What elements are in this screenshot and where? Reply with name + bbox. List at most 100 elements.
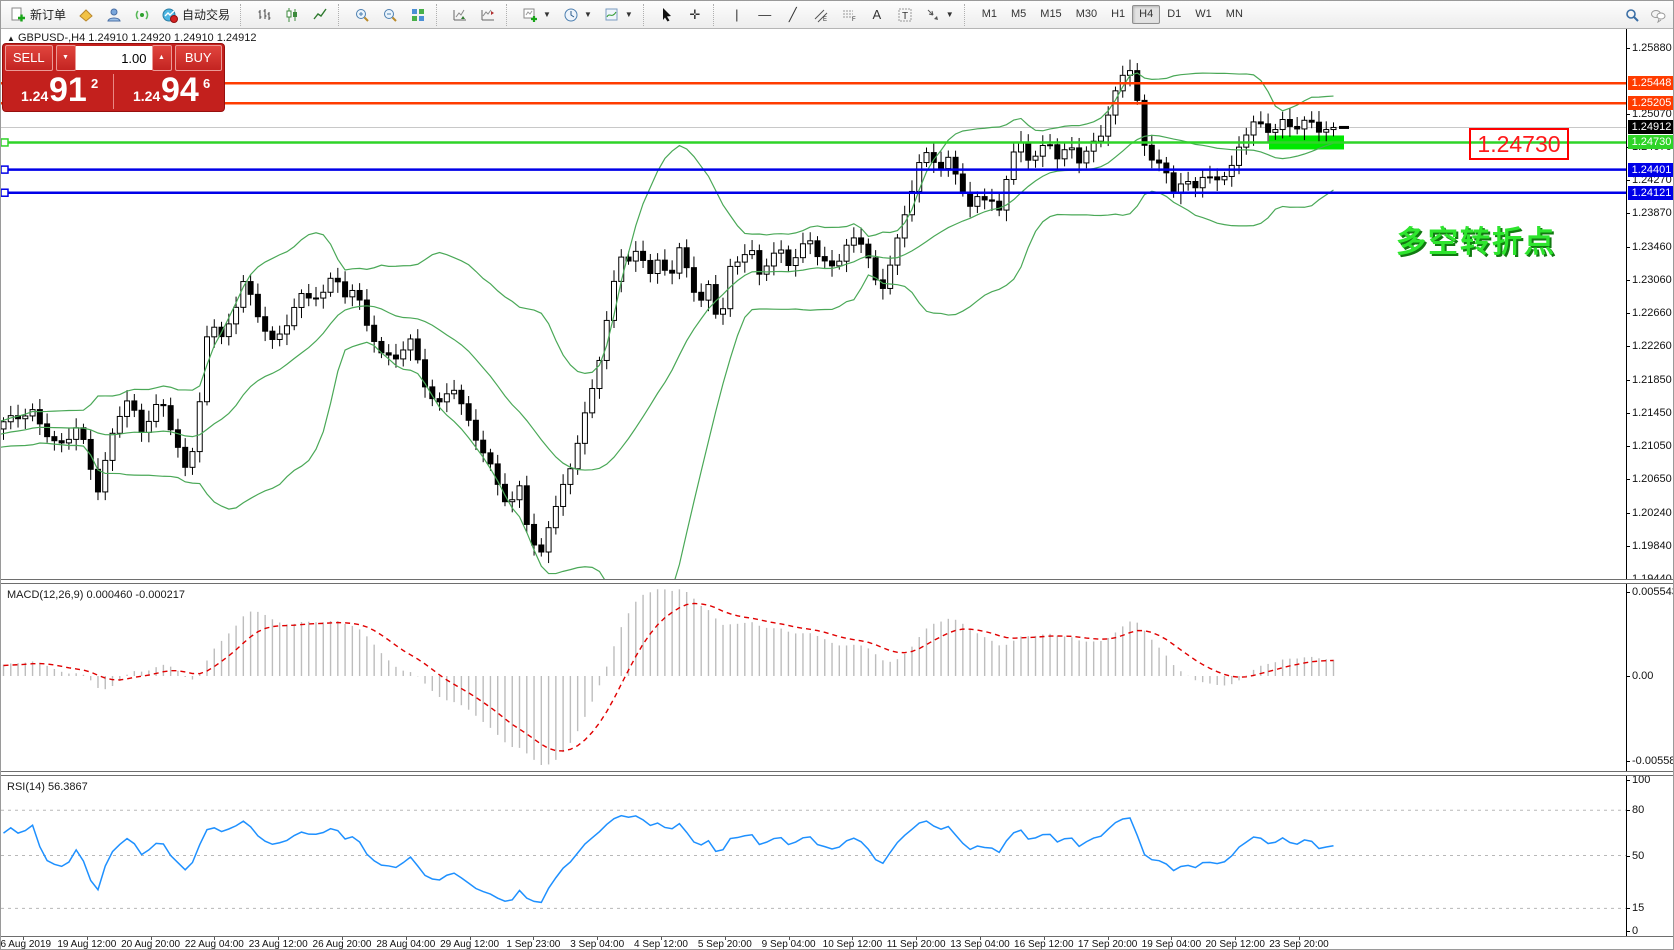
arrows-dropdown[interactable]: ▼ (920, 5, 959, 25)
time-axis-tick (916, 937, 917, 940)
panel-separator[interactable] (1, 771, 1674, 776)
new-chart-dropdown[interactable]: ▼ (517, 5, 556, 25)
hline-tool[interactable]: — (752, 5, 778, 25)
candlestick-button[interactable] (279, 5, 305, 25)
crosshair-tool[interactable]: ✛ (682, 5, 708, 25)
collapse-icon[interactable]: ▲ (7, 34, 15, 43)
volume-increase-button[interactable]: ▲ (152, 45, 172, 71)
channel-tool[interactable]: E (808, 5, 834, 25)
vertical-line-icon: | (729, 7, 745, 23)
signals-button[interactable] (129, 5, 155, 25)
buy-button[interactable]: BUY (175, 45, 223, 71)
rsi-tick-label: 50 (1632, 850, 1644, 862)
price-tick-mark (1626, 479, 1630, 480)
price-tick-mark (1626, 213, 1630, 214)
text-tool[interactable]: A (864, 5, 890, 25)
rsi-tick-mark (1626, 780, 1630, 781)
buy-price[interactable]: 1.24 94 6 (115, 72, 223, 111)
time-axis-tick (151, 937, 152, 940)
line-chart-button[interactable] (307, 5, 333, 25)
time-axis-tick (406, 937, 407, 940)
timeframe-d1[interactable]: D1 (1160, 5, 1188, 24)
macd-tick-label: -0.005583 (1632, 755, 1674, 767)
price-tick-label: 1.22660 (1632, 307, 1672, 319)
price-tick-label: 1.22260 (1632, 340, 1672, 352)
time-axis-label: 23 Sep 20:00 (1269, 939, 1329, 950)
timeframe-h1[interactable]: H1 (1104, 5, 1132, 24)
time-axis-label: 1 Sep 23:00 (506, 939, 560, 950)
clock-icon (563, 7, 579, 23)
price-line-tag: 1.25205 (1628, 96, 1674, 110)
person-icon (106, 7, 122, 23)
time-axis-tick (980, 937, 981, 940)
timeframe-m15[interactable]: M15 (1033, 5, 1068, 24)
price-tick-mark (1626, 48, 1630, 49)
fibonacci-icon: F (841, 7, 857, 23)
volume-decrease-button[interactable]: ▼ (56, 45, 76, 71)
time-axis-label: 20 Aug 20:00 (121, 939, 180, 950)
auto-scroll-button[interactable] (447, 5, 473, 25)
symbol-text: GBPUSD-,H4 1.24910 1.24920 1.24910 1.249… (18, 32, 257, 44)
timeframe-m5[interactable]: M5 (1004, 5, 1033, 24)
vline-tool[interactable]: | (724, 5, 750, 25)
search-button[interactable] (1619, 5, 1645, 25)
toolbar-separator (713, 4, 719, 26)
level-annotation-box[interactable]: 1.24730 (1469, 128, 1569, 160)
volume-control: ▼ ▲ (56, 46, 172, 70)
trendline-tool[interactable]: ╱ (780, 5, 806, 25)
tile-windows-button[interactable] (405, 5, 431, 25)
rsi-tick-mark (1626, 908, 1630, 909)
timeframe-mn[interactable]: MN (1219, 5, 1250, 24)
zoom-in-icon (354, 7, 370, 23)
fibonacci-tool[interactable]: F (836, 5, 862, 25)
time-axis-tick (533, 937, 534, 940)
symbol-ohlc-label[interactable]: ▲ GBPUSD-,H4 1.24910 1.24920 1.24910 1.2… (7, 32, 257, 44)
cursor-tool[interactable] (654, 5, 680, 25)
sell-price-big: 91 (49, 71, 87, 110)
timeframe-w1[interactable]: W1 (1188, 5, 1219, 24)
sell-button[interactable]: SELL (5, 45, 53, 71)
time-axis-tick (597, 937, 598, 940)
toolbar-right (1619, 5, 1671, 25)
new-order-button[interactable]: 新订单 (5, 5, 71, 25)
rsi-tick-mark (1626, 931, 1630, 932)
macd-plot[interactable] (1, 584, 1626, 771)
autotrading-button[interactable]: 自动交易 (157, 5, 235, 25)
time-axis-tick (23, 937, 24, 940)
community-button[interactable] (101, 5, 127, 25)
search-icon (1624, 7, 1640, 23)
sell-price-prefix: 1.24 (21, 88, 48, 104)
chinese-note-text[interactable]: 多空转折点 (1396, 217, 1556, 261)
timeframe-m1[interactable]: M1 (975, 5, 1004, 24)
zoom-out-button[interactable] (377, 5, 403, 25)
timeframe-h4[interactable]: H4 (1132, 5, 1160, 24)
sell-price[interactable]: 1.24 91 2 (3, 72, 111, 111)
metaeditor-button[interactable] (73, 5, 99, 25)
time-axis-tick (1299, 937, 1300, 940)
sell-price-sup: 2 (91, 76, 98, 91)
bar-chart-button[interactable] (251, 5, 277, 25)
horizontal-line-icon: — (757, 7, 773, 23)
price-tick-label: 1.23060 (1632, 274, 1672, 286)
main-price-plot[interactable] (1, 29, 1626, 579)
zoom-in-button[interactable] (349, 5, 375, 25)
text-label-tool[interactable]: T (892, 5, 918, 25)
timeframe-m30[interactable]: M30 (1069, 5, 1104, 24)
price-line-tag: 1.25448 (1628, 76, 1674, 90)
rsi-tick-label: 15 (1632, 902, 1644, 914)
price-line-tag: 1.24730 (1628, 135, 1674, 149)
time-axis-tick (1108, 937, 1109, 940)
price-tick-mark (1626, 346, 1630, 347)
toolbar-separator (240, 4, 246, 26)
chart-shift-button[interactable] (475, 5, 501, 25)
time-axis[interactable]: 16 Aug 201919 Aug 12:0020 Aug 20:0022 Au… (1, 936, 1674, 950)
indicators-dropdown[interactable]: ▼ (599, 5, 638, 25)
panel-separator[interactable] (1, 579, 1674, 584)
price-tick-mark (1626, 180, 1630, 181)
toolbar-separator (338, 4, 344, 26)
profiles-dropdown[interactable]: ▼ (558, 5, 597, 25)
volume-input[interactable] (76, 46, 152, 70)
chat-button[interactable] (1645, 5, 1671, 25)
chart-window[interactable]: ▲ GBPUSD-,H4 1.24910 1.24920 1.24910 1.2… (1, 29, 1674, 950)
rsi-plot[interactable] (1, 776, 1626, 936)
